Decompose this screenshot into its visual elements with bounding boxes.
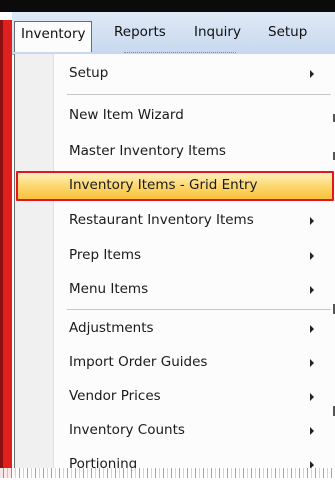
menu-item-new-item-wizard[interactable]: New Item Wizard — [17, 101, 333, 131]
menu-inquiry[interactable]: Inquiry — [188, 19, 247, 45]
window-top-edge — [0, 0, 335, 12]
chevron-right-icon — [310, 252, 314, 260]
menu-item-label: Import Order Guides — [69, 354, 208, 370]
menu-item-label: Inventory Counts — [69, 422, 185, 438]
menu-reports[interactable]: Reports — [108, 19, 172, 45]
menu-setup[interactable]: Setup — [262, 19, 313, 45]
menu-item-menu-items[interactable]: Menu Items — [17, 275, 333, 305]
menu-item-vendor-prices[interactable]: Vendor Prices — [17, 382, 333, 412]
chevron-right-icon — [310, 427, 314, 435]
menu-item-label: Prep Items — [69, 247, 142, 263]
background-window-edge-shadow — [0, 20, 3, 478]
menu-item-label: Vendor Prices — [69, 388, 161, 404]
menu-item-label: Inventory Items - Grid Entry — [69, 177, 258, 193]
menu-separator — [67, 309, 331, 310]
menu-item-label: Menu Items — [69, 281, 149, 297]
chevron-right-icon — [310, 286, 314, 294]
menu-item-label: Master Inventory Items — [69, 143, 226, 159]
menu-item-label: Adjustments — [69, 320, 154, 336]
chevron-right-icon — [310, 70, 314, 78]
menu-inventory[interactable]: Inventory — [14, 21, 93, 52]
menu-item-adjustments[interactable]: Adjustments — [17, 314, 333, 344]
menu-item-label: New Item Wizard — [69, 107, 184, 123]
menu-item-inventory-counts[interactable]: Inventory Counts — [17, 416, 333, 446]
inventory-dropdown-menu: Setup New Item Wizard Master Inventory I… — [14, 54, 335, 475]
menu-item-inventory-items-grid-entry[interactable]: Inventory Items - Grid Entry — [16, 171, 334, 201]
chevron-right-icon — [310, 393, 314, 401]
menu-item-import-order-guides[interactable]: Import Order Guides — [17, 348, 333, 378]
menu-separator — [67, 94, 331, 95]
menu-item-prep-items[interactable]: Prep Items — [17, 241, 333, 271]
torn-edge — [0, 468, 335, 478]
menu-item-label: Setup — [69, 65, 109, 81]
menu-item-restaurant-inventory-items[interactable]: Restaurant Inventory Items — [17, 206, 333, 236]
chevron-right-icon — [310, 217, 314, 225]
chevron-right-icon — [310, 359, 314, 367]
menu-item-master-inventory-items[interactable]: Master Inventory Items — [17, 137, 333, 167]
menu-bar: Inventory Reports Inquiry Setup — [12, 12, 335, 55]
menu-item-setup[interactable]: Setup — [17, 59, 333, 89]
chevron-right-icon — [310, 325, 314, 333]
menu-item-label: Restaurant Inventory Items — [69, 212, 254, 228]
